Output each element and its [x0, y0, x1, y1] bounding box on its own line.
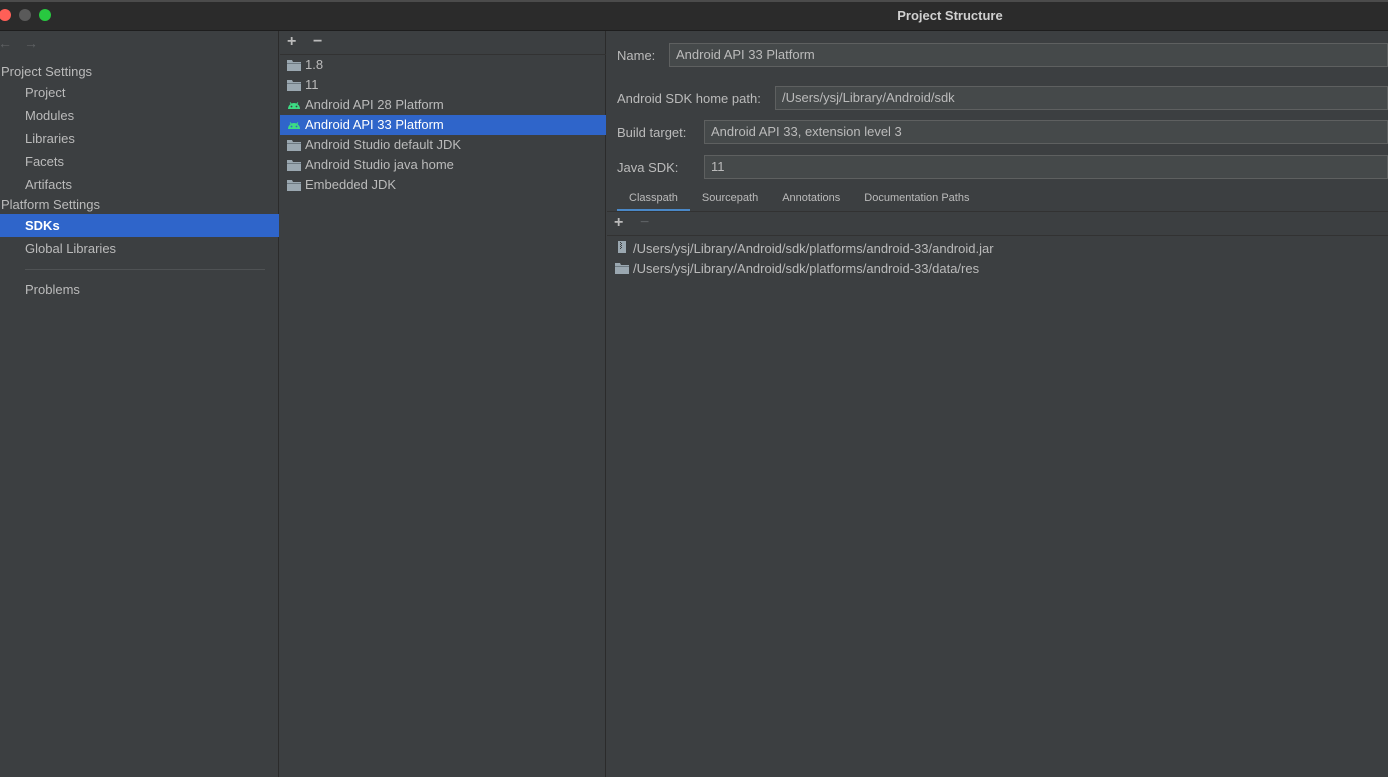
remove-sdk-button[interactable]: − [313, 33, 322, 51]
sdk-item[interactable]: 11 [280, 75, 606, 95]
nav-item-problems[interactable]: Problems [0, 278, 279, 301]
sdk-name-field[interactable]: Android API 33 Platform [669, 43, 1388, 67]
sdk-item[interactable]: 1.8 [280, 55, 606, 75]
add-sdk-button[interactable]: + [287, 33, 296, 51]
tab-underline-divider [607, 211, 1388, 212]
sdk-detail-pane: Name: Android API 33 Platform Android SD… [607, 31, 1388, 777]
nav-item-global-libraries[interactable]: Global Libraries [0, 237, 279, 260]
java-sdk-label: Java SDK: [617, 160, 679, 175]
nav-item-facets[interactable]: Facets [0, 150, 279, 173]
sdk-home-path-label: Android SDK home path: [617, 91, 761, 106]
tab-sourcepath[interactable]: Sourcepath [690, 189, 770, 211]
sdk-item-label: Embedded JDK [305, 177, 397, 192]
sdk-item-label: 11 [305, 77, 319, 92]
nav-item-artifacts[interactable]: Artifacts [0, 173, 279, 196]
android-icon [288, 102, 300, 109]
platform-settings-heading: Platform Settings [1, 197, 100, 212]
folder-icon [287, 80, 301, 91]
android-icon [288, 122, 300, 129]
sdk-item[interactable]: Embedded JDK [280, 175, 606, 195]
folder-icon [615, 263, 629, 274]
sdk-item-label: Android API 33 Platform [305, 117, 444, 132]
sdk-item-label: Android Studio java home [305, 157, 454, 172]
folder-icon [287, 160, 301, 171]
jar-icon [618, 241, 626, 253]
nav-divider [25, 269, 265, 270]
title-bar: Project Structure [0, 0, 1388, 31]
name-label: Name: [617, 48, 656, 63]
tab-classpath[interactable]: Classpath [617, 189, 690, 211]
sdk-item-label: 1.8 [305, 57, 324, 72]
folder-icon [287, 140, 301, 151]
sdk-item-selected[interactable]: Android API 33 Platform [280, 115, 606, 135]
folder-icon [287, 180, 301, 191]
arrow-left-icon[interactable]: ← [0, 35, 14, 53]
nav-item-project[interactable]: Project [0, 81, 279, 104]
java-sdk-select[interactable]: 11 [704, 155, 1388, 179]
nav-item-sdks[interactable]: SDKs [0, 214, 279, 237]
tab-annotations[interactable]: Annotations [770, 189, 852, 211]
arrow-right-icon[interactable]: → [24, 35, 40, 53]
sdk-list-toolbar: + − [280, 31, 606, 55]
build-target-label: Build target: [617, 125, 687, 140]
nav-item-libraries[interactable]: Libraries [0, 127, 279, 150]
sdk-home-path-field[interactable]: /Users/ysj/Library/Android/sdk [775, 86, 1388, 110]
classpath-toolbar: + − [607, 213, 1388, 236]
sdk-item[interactable]: Android Studio java home [280, 155, 606, 175]
path-tabs: Classpath Sourcepath Annotations Documen… [617, 189, 981, 211]
remove-classpath-button[interactable]: − [640, 214, 649, 232]
sdk-item-label: Android Studio default JDK [305, 137, 462, 152]
sdk-item[interactable]: Android Studio default JDK [280, 135, 606, 155]
history-arrows: ← → [0, 35, 40, 53]
classpath-entry[interactable]: /Users/ysj/Library/Android/sdk/platforms… [633, 241, 994, 256]
folder-icon [287, 60, 301, 71]
tab-documentation-paths[interactable]: Documentation Paths [852, 189, 981, 211]
title-bar-edge [0, 0, 1388, 2]
settings-sidebar: ← → Project Settings Project Modules Lib… [0, 31, 279, 777]
sdk-list-pane: + − 1.8 11 Android API 28 Platform Andro… [280, 31, 606, 777]
project-settings-heading: Project Settings [1, 64, 93, 79]
classpath-entry[interactable]: /Users/ysj/Library/Android/sdk/platforms… [633, 261, 979, 276]
sdk-item[interactable]: Android API 28 Platform [280, 95, 606, 115]
window-title: Project Structure [897, 8, 1003, 23]
add-classpath-button[interactable]: + [614, 214, 623, 232]
sdk-item-label: Android API 28 Platform [305, 97, 444, 112]
build-target-select[interactable]: Android API 33, extension level 3 [704, 120, 1388, 144]
nav-item-modules[interactable]: Modules [0, 104, 279, 127]
